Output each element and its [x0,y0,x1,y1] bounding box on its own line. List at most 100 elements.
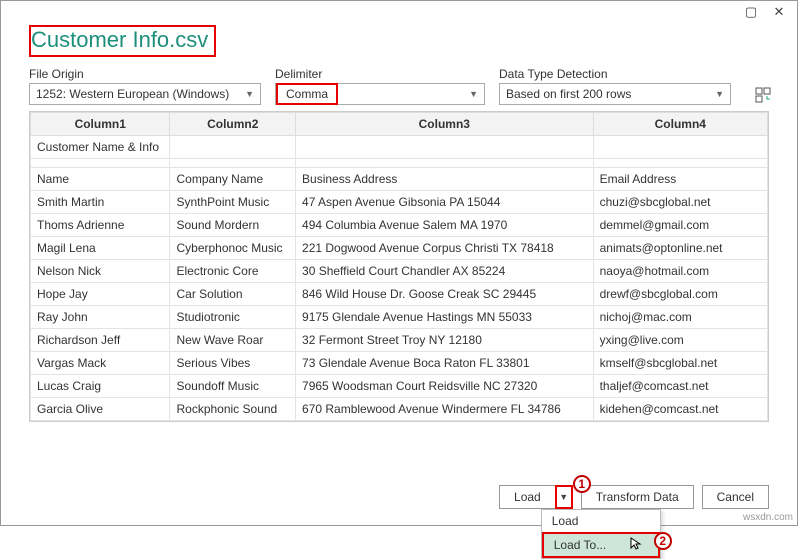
table-cell: animats@optonline.net [593,237,767,260]
table-row[interactable] [31,159,768,168]
menu-item-load[interactable]: Load [542,510,660,532]
transform-data-button[interactable]: Transform Data [581,485,694,509]
table-cell: drewf@sbcglobal.com [593,283,767,306]
table-cell: thaljef@comcast.net [593,375,767,398]
table-row[interactable]: NameCompany NameBusiness AddressEmail Ad… [31,168,768,191]
detection-label: Data Type Detection [499,67,731,81]
table-cell: Serious Vibes [170,352,296,375]
table-cell: 32 Fermont Street Troy NY 12180 [296,329,594,352]
table-cell: chuzi@sbcglobal.net [593,191,767,214]
table-cell: Nelson Nick [31,260,170,283]
table-cell [170,136,296,159]
table-cell: Company Name [170,168,296,191]
table-cell [170,159,296,168]
watermark: wsxdn.com [743,512,793,523]
table-cell: 494 Columbia Avenue Salem MA 1970 [296,214,594,237]
table-cell: 7965 Woodsman Court Reidsville NC 27320 [296,375,594,398]
table-cell: Garcia Olive [31,398,170,421]
menu-item-load-to[interactable]: Load To... [542,532,660,558]
preview-table: Column1 Column2 Column3 Column4 Customer… [30,112,768,421]
table-cell: Smith Martin [31,191,170,214]
table-cell: nichoj@mac.com [593,306,767,329]
table-cell [593,159,767,168]
chevron-down-icon: ▼ [715,89,724,99]
table-row[interactable]: Garcia OliveRockphonic Sound670 Ramblewo… [31,398,768,421]
schema-settings-icon[interactable] [753,85,773,105]
file-origin-value: 1252: Western European (Windows) [36,87,229,101]
table-cell [296,159,594,168]
table-row[interactable]: Ray JohnStudiotronic9175 Glendale Avenue… [31,306,768,329]
table-cell: Studiotronic [170,306,296,329]
table-cell: Business Address [296,168,594,191]
table-cell: Soundoff Music [170,375,296,398]
file-origin-label: File Origin [29,67,261,81]
table-row[interactable]: Nelson NickElectronic Core30 Sheffield C… [31,260,768,283]
table-row[interactable]: Lucas CraigSoundoff Music7965 Woodsman C… [31,375,768,398]
callout-badge-1: 1 [573,475,591,493]
table-row[interactable]: Smith MartinSynthPoint Music47 Aspen Ave… [31,191,768,214]
table-cell: SynthPoint Music [170,191,296,214]
table-cell: Email Address [593,168,767,191]
detection-dropdown[interactable]: Based on first 200 rows ▼ [499,83,731,105]
col-header[interactable]: Column2 [170,113,296,136]
col-header[interactable]: Column3 [296,113,594,136]
table-cell: Cyberphonoc Music [170,237,296,260]
titlebar: ▢ ✕ [1,1,797,23]
table-cell: Thoms Adrienne [31,214,170,237]
table-cell: Vargas Mack [31,352,170,375]
table-cell: 30 Sheffield Court Chandler AX 85224 [296,260,594,283]
table-cell: Ray John [31,306,170,329]
delimiter-label: Delimiter [275,67,485,81]
delimiter-value: Comma [276,83,338,105]
table-row[interactable]: Magil LenaCyberphonoc Music221 Dogwood A… [31,237,768,260]
table-row[interactable]: Hope JayCar Solution846 Wild House Dr. G… [31,283,768,306]
table-row[interactable]: Thoms AdrienneSound Mordern494 Columbia … [31,214,768,237]
table-cell: Car Solution [170,283,296,306]
table-cell: Richardson Jeff [31,329,170,352]
delimiter-dropdown[interactable]: Comma ▼ [275,83,485,105]
chevron-down-icon: ▼ [245,89,254,99]
table-cell: Customer Name & Info [31,136,170,159]
table-cell: 47 Aspen Avenue Gibsonia PA 15044 [296,191,594,214]
table-cell: 670 Ramblewood Avenue Windermere FL 3478… [296,398,594,421]
callout-badge-2: 2 [654,532,672,550]
file-title: Customer Info.csv [29,25,216,57]
table-cell: naoya@hotmail.com [593,260,767,283]
file-origin-dropdown[interactable]: 1252: Western European (Windows) ▼ [29,83,261,105]
table-cell: Hope Jay [31,283,170,306]
table-cell: 846 Wild House Dr. Goose Creak SC 29445 [296,283,594,306]
table-row[interactable]: Vargas MackSerious Vibes73 Glendale Aven… [31,352,768,375]
chevron-down-icon: ▼ [469,89,478,99]
table-cell [31,159,170,168]
table-cell: yxing@live.com [593,329,767,352]
col-header[interactable]: Column4 [593,113,767,136]
table-cell: 9175 Glendale Avenue Hastings MN 55033 [296,306,594,329]
table-cell [296,136,594,159]
table-cell [593,136,767,159]
load-button[interactable]: Load [499,485,555,509]
detection-value: Based on first 200 rows [506,87,631,101]
table-cell: kmself@sbcglobal.net [593,352,767,375]
col-header[interactable]: Column1 [31,113,170,136]
close-button[interactable]: ✕ [765,3,793,21]
table-cell: 221 Dogwood Avenue Corpus Christi TX 784… [296,237,594,260]
maximize-button[interactable]: ▢ [737,3,765,21]
table-cell: New Wave Roar [170,329,296,352]
table-cell: 73 Glendale Avenue Boca Raton FL 33801 [296,352,594,375]
table-cell: demmel@gmail.com [593,214,767,237]
load-split-button: Load ▼ [499,485,573,509]
cancel-button[interactable]: Cancel [702,485,769,509]
power-query-preview-window: ▢ ✕ Customer Info.csv File Origin 1252: … [0,0,798,526]
cursor-icon [630,537,644,551]
load-menu: Load Load To... 2 [541,509,661,559]
table-cell: Name [31,168,170,191]
table-cell: Lucas Craig [31,375,170,398]
load-dropdown-caret[interactable]: ▼ [555,485,573,509]
table-cell: kidehen@comcast.net [593,398,767,421]
footer-buttons: Load ▼ 1 Load Load To... 2 Transform Dat… [499,485,769,509]
table-cell: Magil Lena [31,237,170,260]
table-row[interactable]: Richardson JeffNew Wave Roar32 Fermont S… [31,329,768,352]
table-header-row: Column1 Column2 Column3 Column4 [31,113,768,136]
table-row[interactable]: Customer Name & Info [31,136,768,159]
table-cell: Rockphonic Sound [170,398,296,421]
